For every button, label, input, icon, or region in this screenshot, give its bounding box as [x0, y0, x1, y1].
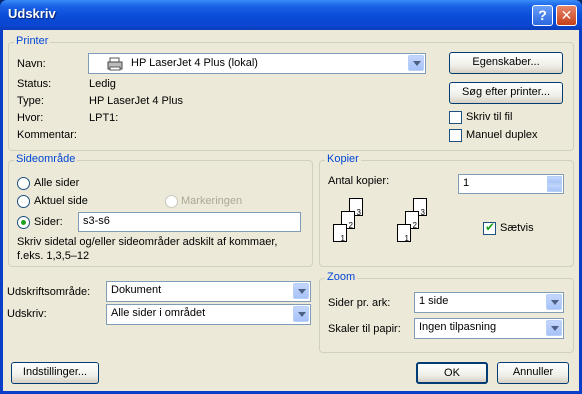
- pages-hint-line1: Skriv sidetal og/eller sideområder adski…: [17, 236, 278, 248]
- spin-up-icon[interactable]: [547, 176, 562, 184]
- spin-down-icon[interactable]: [547, 184, 562, 192]
- chevron-down-icon[interactable]: [408, 55, 424, 71]
- printer-icon: [107, 57, 123, 71]
- help-button[interactable]: ?: [532, 5, 553, 26]
- print-what-label: Udskriftsområde:: [7, 286, 91, 298]
- find-printer-button[interactable]: Søg efter printer...: [449, 82, 563, 104]
- current-page-label[interactable]: Aktuel side: [34, 195, 88, 207]
- copies-count-label: Antal kopier:: [328, 175, 390, 187]
- pages-radio[interactable]: [17, 216, 30, 229]
- comment-label: Kommentar:: [17, 129, 77, 141]
- copies-count-input[interactable]: 1: [458, 174, 564, 194]
- selection-radio: [165, 195, 178, 208]
- page-1-icon: 1: [333, 224, 347, 243]
- collate-label[interactable]: Sætvis: [500, 222, 534, 234]
- print-dialog-window: Udskriv ? ✕ Printer Navn: HP LaserJet 4 …: [0, 0, 582, 394]
- options-button[interactable]: Indstillinger...: [11, 362, 99, 384]
- pages-hint-line2: f.eks. 1,3,5–12: [17, 250, 90, 262]
- zoom-group-label: Zoom: [325, 271, 358, 283]
- where-value: LPT1:: [89, 112, 119, 124]
- pages-per-sheet-value: 1 side: [419, 295, 449, 307]
- collate-checkbox[interactable]: [483, 220, 496, 235]
- current-page-radio[interactable]: [17, 195, 30, 208]
- all-pages-radio[interactable]: [17, 177, 30, 190]
- print-which-value: Alle sider i området: [111, 307, 206, 319]
- printer-name-value: HP LaserJet 4 Plus (lokal): [131, 57, 258, 69]
- zoom-group: Zoom: [319, 271, 574, 353]
- type-label: Type:: [17, 95, 44, 107]
- pages-label[interactable]: Sider:: [34, 216, 63, 228]
- copies-group-label: Kopier: [325, 153, 361, 165]
- print-to-file-label[interactable]: Skriv til fil: [466, 111, 512, 123]
- printer-name-label: Navn:: [17, 58, 46, 70]
- print-what-dropdown[interactable]: Dokument: [106, 281, 311, 302]
- manual-duplex-label[interactable]: Manuel duplex: [466, 129, 538, 141]
- chevron-down-icon[interactable]: [293, 306, 309, 322]
- properties-button[interactable]: Egenskaber...: [449, 52, 563, 74]
- where-label: Hvor:: [17, 112, 44, 124]
- window-title: Udskriv: [8, 6, 56, 21]
- close-button[interactable]: ✕: [556, 5, 577, 26]
- scale-dropdown[interactable]: Ingen tilpasning: [414, 318, 564, 339]
- pages-per-sheet-label: Sider pr. ark:: [328, 297, 391, 309]
- scale-value: Ingen tilpasning: [419, 321, 497, 333]
- printer-name-dropdown[interactable]: HP LaserJet 4 Plus (lokal): [88, 53, 426, 74]
- selection-label: Markeringen: [181, 195, 243, 207]
- all-pages-label[interactable]: Alle sider: [34, 177, 79, 189]
- copies-count-value: 1: [463, 177, 470, 189]
- print-which-dropdown[interactable]: Alle sider i området: [106, 304, 311, 325]
- pages-per-sheet-dropdown[interactable]: 1 side: [414, 292, 564, 313]
- print-to-file-checkbox[interactable]: [449, 111, 462, 124]
- status-value: Ledig: [89, 78, 116, 90]
- printer-group-label: Printer: [14, 35, 51, 47]
- ok-button[interactable]: OK: [416, 362, 488, 384]
- collate-illustration: 3 2 1 3 2 1: [329, 198, 429, 258]
- cancel-button[interactable]: Annuller: [497, 362, 569, 384]
- dialog-body: Printer Navn: HP LaserJet 4 Plus (lokal)…: [3, 30, 579, 391]
- status-label: Status:: [17, 78, 52, 90]
- chevron-down-icon[interactable]: [546, 320, 562, 336]
- print-which-label: Udskriv:: [7, 308, 47, 320]
- page-range-group-label: Sideområde: [14, 153, 78, 165]
- title-bar[interactable]: Udskriv ? ✕: [0, 0, 582, 30]
- page-1b-icon: 1: [397, 224, 411, 243]
- manual-duplex-checkbox[interactable]: [449, 129, 462, 142]
- pages-input[interactable]: s3-s6: [78, 212, 301, 232]
- print-what-value: Dokument: [111, 284, 162, 296]
- chevron-down-icon[interactable]: [293, 283, 309, 299]
- chevron-down-icon[interactable]: [546, 294, 562, 310]
- scale-label: Skaler til papir:: [328, 323, 401, 335]
- type-value: HP LaserJet 4 Plus: [89, 95, 183, 107]
